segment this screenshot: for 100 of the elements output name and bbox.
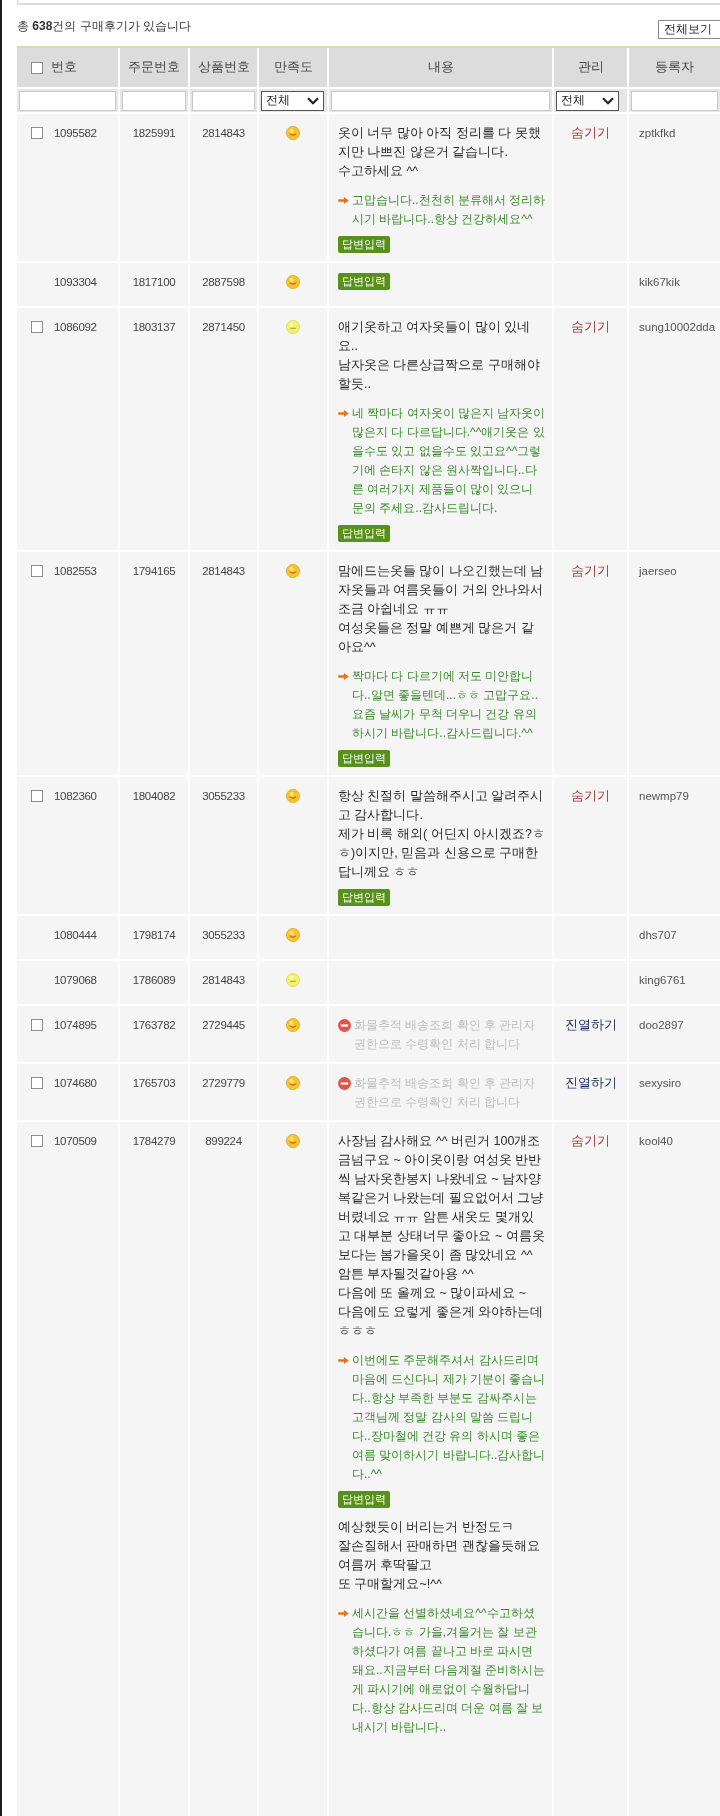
column-header: 내용 [427, 59, 454, 76]
hide-link[interactable]: 숨기기 [571, 564, 610, 578]
answer-button[interactable]: 답변입력 [338, 889, 390, 906]
product-number: 3055233 [202, 790, 245, 802]
review-text: 애기옷하고 여자옷들이 많이 있네요.. 남자옷은 다른상급짝으로 구매해야할듯.. [338, 319, 541, 393]
product-number: 2729779 [202, 1077, 245, 1089]
column-header: 상품번호 [197, 59, 250, 76]
review-text: 옷이 너무 많아 아직 정리를 다 못했지만 나쁘진 않은거 같습니다. 수고하세요 ^^ [338, 125, 542, 180]
arrow-icon [338, 673, 349, 680]
display-link[interactable]: 진열하기 [564, 1018, 617, 1032]
column-header: 등록자 [655, 59, 694, 76]
product-number: 2887598 [202, 276, 245, 288]
smiley-face-icon [286, 564, 300, 578]
display-link[interactable]: 진열하기 [564, 1076, 617, 1090]
checkbox[interactable] [31, 127, 43, 139]
checkbox[interactable] [31, 321, 43, 333]
smiley-face-icon [286, 789, 300, 803]
author-name: doo2897 [639, 1019, 684, 1031]
review-number: 1082553 [54, 564, 97, 579]
review-number: 1070509 [54, 1134, 97, 1149]
column-header: 만족도 [273, 59, 313, 76]
order-number: 1825991 [132, 127, 176, 139]
arrow-icon [338, 1357, 349, 1364]
checkbox[interactable] [31, 61, 43, 74]
checkbox[interactable] [31, 1019, 43, 1031]
review-text: 사장님 감사해요 ^^ 버린거 100개조금넘구요 ~ 아이옷이랑 여성옷 반반씩 남자옷한봉지 나왔네요 ~ 남자양복같은거 나왔는데 필요없어서 그냥 버렸네요 ㅠㅠ 암튼 새옷도 몇개있고 대부분 상태너무 좋아요 ~ 여름옷보다는 봄가을옷이 좀 많았네요 ^^ 암튼 부자될것같아용 ^^ 다음에 또 올께요 ~ 많이파세요 ~ 다음에도 요렇게 좋은게 와야하는데 ㅎㅎㅎ [338, 1133, 546, 1340]
author-name: kik67kik [639, 276, 680, 288]
author-name: sexysiro [639, 1077, 682, 1089]
neutral-face-icon [286, 320, 300, 334]
hide-link[interactable]: 숨기기 [571, 126, 610, 140]
smiley-face-icon [286, 1076, 300, 1090]
product-number: 2814843 [202, 974, 245, 986]
no-entry-icon [338, 1077, 351, 1090]
column-header: 주문번호 [128, 59, 180, 76]
no-entry-icon [338, 1019, 351, 1032]
author-name: sung10002dda [639, 321, 716, 333]
hide-link[interactable]: 숨기기 [571, 1134, 610, 1148]
order-number: 1817100 [132, 276, 176, 288]
product-number: 3055233 [202, 929, 245, 941]
arrow-icon [338, 1610, 349, 1617]
review-number: 1080444 [54, 928, 97, 943]
chevron-down-icon [307, 96, 319, 105]
reply-text: 짝마다 다 다르기에 저도 미안합니다..알면 좋을텐데...ㅎㅎ 고맙구요..요즘 날씨가 무척 더우니 건강 유의하시기 바랍니다..감사드립니다.^^ [352, 668, 539, 742]
product-number: 2871450 [202, 321, 245, 333]
product-number: 899224 [205, 1135, 242, 1147]
checkbox[interactable] [31, 565, 43, 577]
order-number: 1804082 [132, 790, 176, 802]
review-number: 1079068 [54, 973, 97, 988]
hide-link[interactable]: 숨기기 [571, 789, 610, 803]
filter-select[interactable]: 전체 [556, 90, 619, 111]
order-number: 1803137 [132, 321, 176, 333]
answer-button[interactable]: 답변입력 [338, 273, 390, 290]
chevron-down-icon [602, 96, 614, 105]
answer-button[interactable]: 답변입력 [338, 236, 390, 253]
order-number: 1763782 [132, 1019, 176, 1031]
smiley-face-icon [286, 126, 300, 140]
hide-link[interactable]: 숨기기 [571, 320, 610, 334]
answer-button[interactable]: 답변입력 [338, 1491, 390, 1508]
review-number: 1086092 [54, 320, 97, 335]
order-number: 1794165 [132, 565, 176, 577]
author-name: jaerseo [639, 565, 677, 577]
order-number: 1784279 [132, 1135, 176, 1147]
order-number: 1765703 [132, 1077, 176, 1089]
author-name: dhs707 [639, 929, 677, 941]
smiley-face-icon [286, 275, 300, 289]
review-text: 맘에드는옷들 많이 나오긴했는데 남자옷들과 여름옷들이 거의 안나와서 조금 아쉽네요 ㅠㅠ 여성옷들은 정말 예쁜게 많은거 같아요^^ [338, 563, 545, 656]
review-count-text: 총 638건의 구매후기가 있습니다 [17, 17, 192, 35]
author-name: zptkfkd [639, 127, 676, 139]
review-number: 1093304 [54, 275, 97, 290]
filter-select[interactable]: 전체 [261, 90, 324, 111]
reply-text: 세시간을 선별하셨네요^^수고하셨습니다.ㅎㅎ 가을,겨울거는 잘 보관하셨다가 여름 끝나고 바로 파시면 돼요..지금부터 다음계절 준비하시는게 파시기에 애로없이 수월하답니다..항상 감사드리며 더운 여름 잘 보내시기 바랍니다.. [352, 1605, 546, 1736]
checkbox[interactable] [31, 1135, 43, 1147]
review-number: 1082360 [54, 789, 97, 804]
reply-text: 이번에도 주문해주셔서 감사드리며 마음에 드신다니 제가 기분이 좋습니다..항상 부족한 부분도 감싸주시는 고객님께 정말 감사의 말씀 드립니다..장마철에 건강 유의 하시며 좋은 여름 맞이하시기 바랍니다..감사합니다..^^ [352, 1352, 546, 1483]
arrow-icon [338, 197, 349, 204]
author-name: kool40 [639, 1135, 673, 1147]
product-number: 2729445 [202, 1019, 245, 1031]
checkbox[interactable] [31, 1077, 43, 1089]
column-header: 관리 [577, 59, 604, 76]
product-number: 2814843 [202, 127, 245, 139]
reply-text: 네 짝마다 여자옷이 많은지 남자옷이 많은지 다 다르답니다.^^애기옷은 있을수도 있고 없을수도 있고요^^그렇기에 손타지 않은 원사짝입니다..다른 여러가지 제품들이 많이 있으니 문의 주세요..감사드립니다. [352, 405, 546, 517]
review-number: 1074680 [54, 1076, 97, 1091]
review-text: 항상 친절히 말씀해주시고 알려주시고 감사합니다. 제가 비록 해외( 어딘지 아시겠죠?ㅎㅎ)이지만, 믿음과 신용으로 구매한답니께요 ㅎㅎ [338, 788, 546, 881]
review-number: 1095582 [54, 126, 97, 141]
author-name: king6761 [639, 974, 686, 986]
product-number: 2814843 [202, 565, 245, 577]
author-name: newmp79 [639, 790, 689, 802]
arrow-icon [338, 410, 349, 417]
review-number: 1074895 [54, 1018, 97, 1033]
smiley-face-icon [286, 1134, 300, 1148]
answer-button[interactable]: 답변입력 [338, 750, 390, 767]
smiley-face-icon [286, 1018, 300, 1032]
order-number: 1786089 [132, 974, 176, 986]
view-select[interactable]: 전체보기 [658, 20, 720, 39]
review-text: 예상했듯이 버리는거 반정도ㅋ 잘손질해서 판매하면 괜찮을듯해요 여름꺼 후딱팔고 또 구매할게요~!^^ [338, 1519, 541, 1593]
reply-text: 고맙습니다..천천히 분류해서 정리하시기 바랍니다..항상 건강하세요^^ [352, 192, 546, 228]
answer-button[interactable]: 답변입력 [338, 525, 390, 542]
checkbox[interactable] [31, 790, 43, 802]
column-header: 번호 [51, 59, 77, 76]
neutral-face-icon [286, 973, 300, 987]
